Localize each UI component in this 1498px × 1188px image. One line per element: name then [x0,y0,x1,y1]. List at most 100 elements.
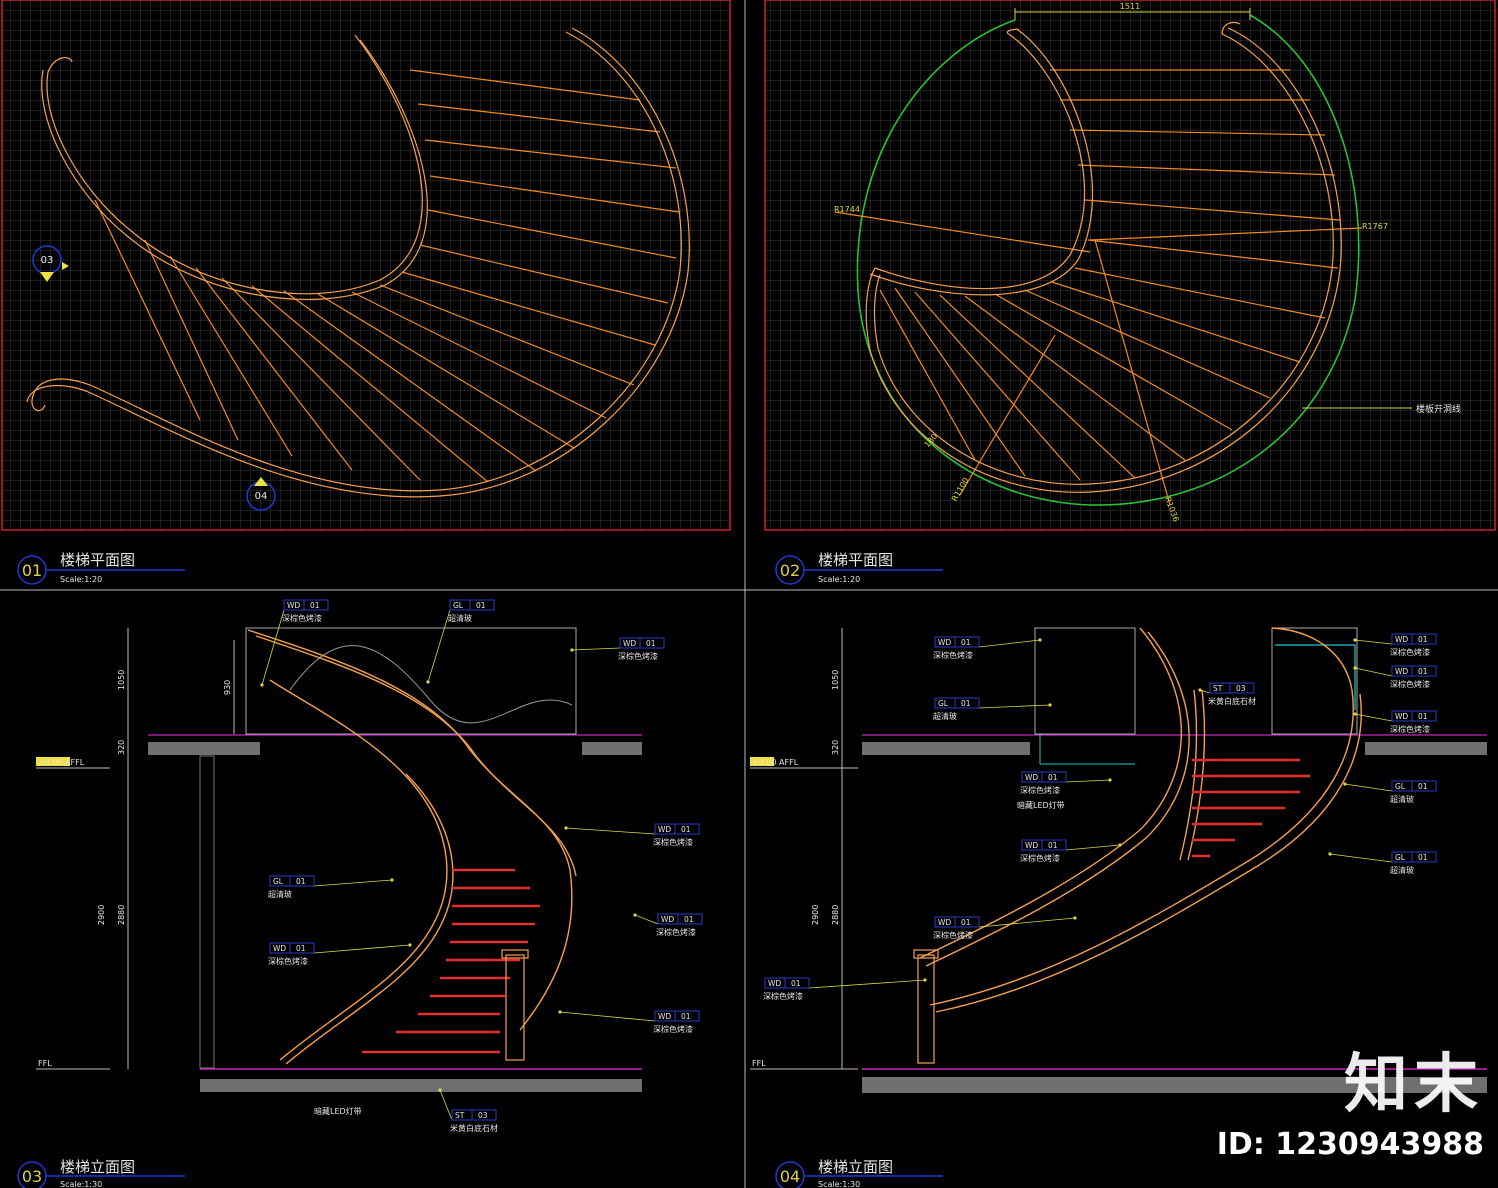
title-03-number: 03 [22,1167,42,1186]
material-tag-number: 01 [476,601,486,610]
panel-04-upper-slab-right [1365,742,1487,755]
section-mark-04-label: 04 [255,491,268,502]
material-tag: WD 01 深棕色烤漆 [1020,839,1122,863]
material-tag-desc: 深棕色烤漆 [933,930,973,940]
material-tag-code: WD [623,639,636,648]
material-tag: WD 01 深棕色烤漆 [558,1010,700,1034]
material-tag-desc: 深棕色烤漆 [763,991,803,1001]
material-tag-desc: 超清玻 [933,711,957,721]
material-tag-code: WD [1395,712,1408,721]
title-03-scale: Scale:1:30 [60,1180,102,1188]
material-tag-desc: 超清玻 [1390,794,1414,804]
panel-04-elevation: ±0.00 AFFL FFL 1050 320 2900 2880 暗藏LED灯… [750,627,1487,1093]
material-tag: WD 01 深棕色烤漆 [570,637,665,661]
material-tag-code: WD [658,825,671,834]
title-block-03: 03 楼梯立面图 Scale:1:30 [17,1158,185,1188]
panel-04-level-lower: FFL [752,1059,766,1068]
panel-03-newel [501,949,529,1061]
p04-dim-2900: 2900 [811,905,820,925]
material-tag-code: ST [455,1111,465,1120]
title-02-number: 02 [780,561,800,580]
material-tag-number: 01 [296,944,306,953]
material-tag-leader [427,609,451,683]
material-tag-leader [1344,783,1393,792]
panel-04-newel [913,949,939,1064]
material-tag-code: WD [938,638,951,647]
panel-03-level-upper: ±0.00 AFFL [38,758,85,767]
dim-r-left: R1744 [834,205,860,214]
material-tag-desc: 深棕色烤漆 [1390,724,1430,734]
material-tag-number: 03 [478,1111,488,1120]
material-tag-code: GL [1395,853,1406,862]
p03-dim-930: 930 [223,680,232,695]
material-tag-code: GL [453,601,464,610]
panel-03-upper-slab-left [148,742,260,755]
material-tag-desc: 深棕色烤漆 [1390,679,1430,689]
material-tag-code: GL [938,699,949,708]
material-tag-number: 01 [684,915,694,924]
panel-02-plan: 1511 R1744 R1767 180 R1100 R1036 楼板开洞线 [764,0,1496,531]
title-02-scale: Scale:1:20 [818,575,860,584]
material-tag-desc: 深棕色烤漆 [653,837,693,847]
title-04-scale: Scale:1:30 [818,1180,860,1188]
material-tag-code: ST [1213,684,1223,693]
material-tag-leader [1065,779,1111,783]
material-tag: WD 01 深棕色烤漆 [933,636,1042,660]
material-tag-code: WD [658,1012,671,1021]
material-tag-desc: 超清玻 [448,613,472,623]
p04-dim-1050: 1050 [831,670,840,690]
material-tag-number: 01 [1418,635,1428,644]
panel-03-floor-slab [200,1079,642,1092]
material-tag-code: WD [661,915,674,924]
material-tag: WD 01 深棕色烤漆 [763,977,927,1001]
title-block-04: 04 楼梯立面图 Scale:1:30 [775,1158,943,1188]
title-01-scale: Scale:1:20 [60,575,102,584]
material-tag-leader [565,827,656,835]
material-tag-desc: 超清玻 [268,889,292,899]
material-tag: WD 01 深棕色烤漆 [1353,710,1437,734]
panel-03-led-note: 暗藏LED灯带 [314,1106,362,1116]
material-tag: WD 01 深棕色烤漆 [564,823,700,847]
material-tag-number: 01 [681,825,691,834]
material-tag-number: 01 [646,639,656,648]
title-04-number: 04 [780,1167,800,1186]
material-tag-number: 01 [961,699,971,708]
material-tag-number: 01 [791,979,801,988]
material-tag-number: 01 [961,918,971,927]
watermark-brand: 知末 [1344,1048,1484,1122]
material-tag: GL 01 超清玻 [268,875,394,899]
panel-04-material-tags: WD 01 深棕色烤漆 GL 01 超清玻 ST 03 米黄白底石材 WD 01 深棕色烤漆 WD 01 深… [763,633,1437,1001]
material-tag-number: 03 [1236,684,1246,693]
material-tag-leader [313,944,411,954]
material-tag: GL 01 超清玻 [1343,780,1437,804]
material-tag-desc: 深棕色烤漆 [933,650,973,660]
note-slab-opening: 楼板开洞线 [1416,403,1461,415]
title-02-text: 楼梯平面图 [818,551,893,569]
material-tag-desc: 米黄白底石材 [450,1123,498,1133]
material-tag-desc: 深棕色烤漆 [1020,853,1060,863]
material-tag-code: WD [938,918,951,927]
material-tag-number: 01 [961,638,971,647]
panel-03-upper-slab-right [582,742,642,755]
p03-dim-1050: 1050 [117,670,126,690]
panel-01-plan: 03 04 [1,0,731,531]
material-tag: WD 01 深棕色烤漆 [633,913,703,937]
material-tag-leader [439,1089,453,1121]
material-tag-leader [634,914,659,925]
dim-top: 1511 [1120,2,1140,11]
material-tag-leader [261,609,285,686]
title-01-text: 楼梯平面图 [60,551,135,569]
material-tag-desc: 深棕色烤漆 [1020,785,1060,795]
material-tag-leader [1329,853,1393,863]
material-tag-number: 01 [1048,841,1058,850]
material-tag-desc: 米黄白底石材 [1208,696,1256,706]
material-tag-code: WD [273,944,286,953]
material-tag-desc: 深棕色烤漆 [268,956,308,966]
material-tag: WD 01 深棕色烤漆 [260,599,329,687]
material-tag-leader [1354,667,1393,677]
material-tag-desc: 深棕色烤漆 [656,927,696,937]
p03-dim-2900: 2900 [97,905,106,925]
title-block-01: 01 楼梯平面图 Scale:1:20 [17,551,185,585]
material-tag-code: WD [1025,841,1038,850]
material-tag: ST 03 米黄白底石材 [1198,682,1256,706]
